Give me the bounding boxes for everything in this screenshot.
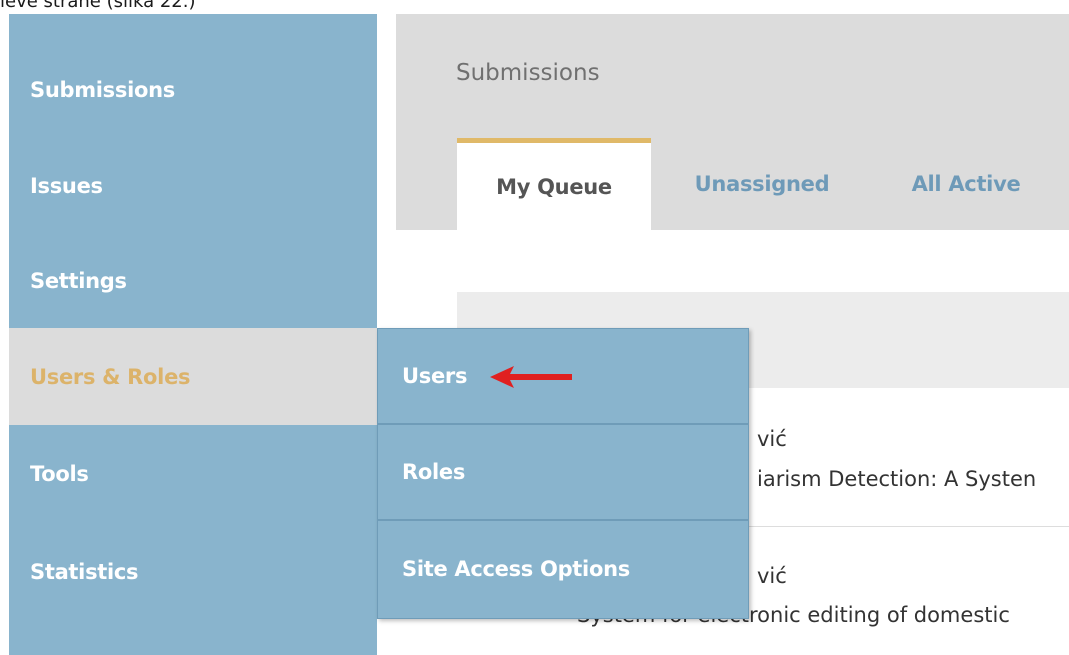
- page-caption: ieve strane (slika 22.): [0, 0, 196, 12]
- sidebar-item-statistics[interactable]: Statistics: [9, 523, 377, 620]
- row-1-title[interactable]: iarism Detection: A Systen: [757, 467, 1036, 491]
- red-arrow-icon: [490, 366, 572, 388]
- submenu-item-roles[interactable]: Roles: [378, 425, 748, 521]
- tab-unassigned[interactable]: Unassigned: [668, 138, 856, 230]
- row-2-author: vić: [757, 564, 787, 588]
- main-header: Submissions My Queue Unassigned All Acti…: [396, 14, 1069, 230]
- sidebar-item-settings[interactable]: Settings: [9, 232, 377, 329]
- submenu-item-site-access-options[interactable]: Site Access Options: [378, 521, 748, 617]
- sidebar-item-submissions[interactable]: Submissions: [9, 41, 377, 138]
- row-1-author: vić: [757, 427, 787, 451]
- sidebar-item-issues[interactable]: Issues: [9, 137, 377, 234]
- sidebar-item-tools[interactable]: Tools: [9, 425, 377, 522]
- sidebar: Submissions Issues Settings Users & Role…: [9, 14, 377, 655]
- page-title: Submissions: [456, 60, 600, 86]
- sidebar-item-users-roles[interactable]: Users & Roles: [9, 328, 377, 425]
- tab-all-active[interactable]: All Active: [886, 138, 1046, 230]
- tab-my-queue[interactable]: My Queue: [457, 138, 651, 230]
